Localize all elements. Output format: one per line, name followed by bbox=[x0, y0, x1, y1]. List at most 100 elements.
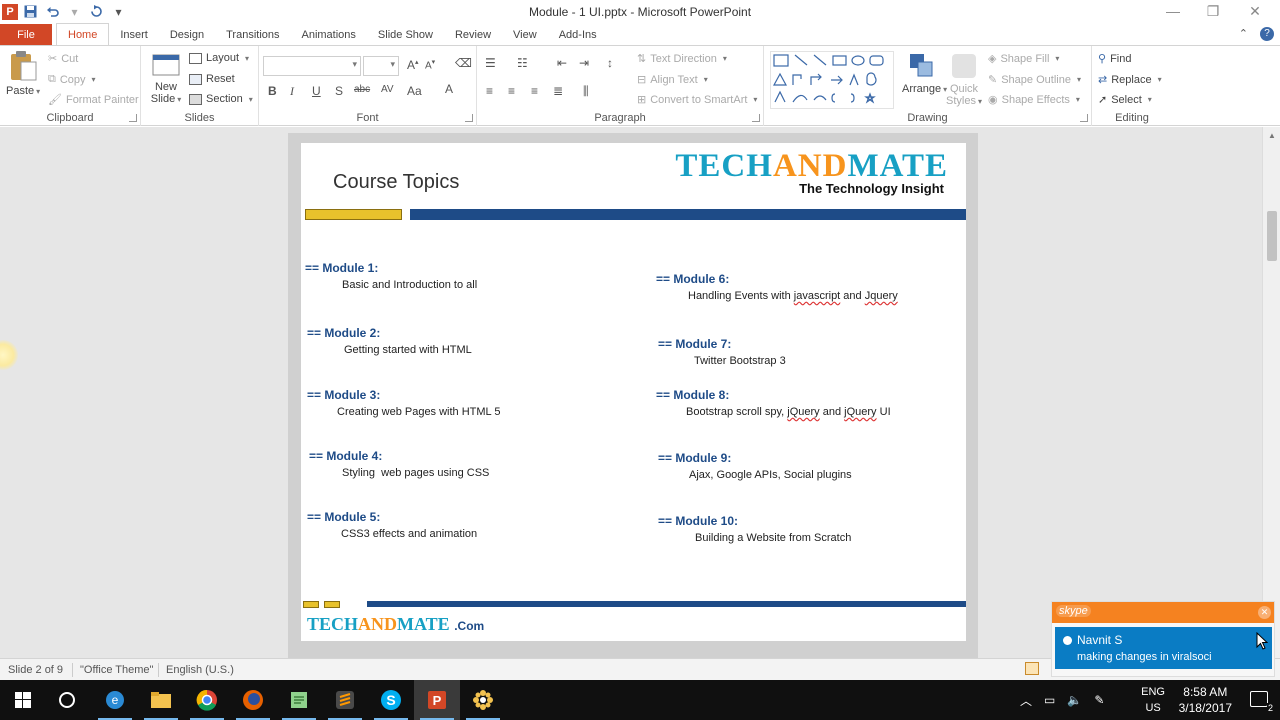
align-text-button[interactable]: ⊟ Align Text bbox=[637, 73, 708, 87]
grow-font-icon[interactable]: A▴ bbox=[407, 58, 419, 72]
module-item[interactable]: == Module 4: Styling web pages using CSS bbox=[309, 449, 489, 479]
shrink-font-icon[interactable]: A▾ bbox=[425, 58, 435, 71]
scroll-up-icon[interactable]: ▲ bbox=[1268, 131, 1276, 140]
skype-notification[interactable]: skype ✕ Navnit S making changes in viral… bbox=[1051, 601, 1275, 677]
paint-icon[interactable] bbox=[460, 680, 506, 720]
bold-icon[interactable]: B bbox=[268, 84, 277, 98]
slide-editor[interactable]: Course Topics TECHANDMATE The Technology… bbox=[0, 127, 1262, 658]
reset-button[interactable]: Reset bbox=[189, 73, 235, 85]
tab-add-ins[interactable]: Add-Ins bbox=[548, 24, 608, 45]
powerpoint-icon[interactable]: P bbox=[414, 680, 460, 720]
align-right-icon[interactable]: ≡ bbox=[531, 84, 538, 98]
module-item[interactable]: == Module 2: Getting started with HTML bbox=[307, 326, 472, 356]
close-icon[interactable]: ✕ bbox=[1258, 606, 1271, 619]
firefox-icon[interactable] bbox=[230, 680, 276, 720]
text-direction-button[interactable]: ⇅ Text Direction bbox=[637, 52, 727, 66]
vertical-scrollbar[interactable]: ▲ bbox=[1262, 127, 1280, 658]
show-hidden-icons-icon[interactable]: ︿ bbox=[1020, 692, 1032, 709]
font-name-combo[interactable] bbox=[263, 56, 361, 76]
convert-smartart-button[interactable]: ⊞ Convert to SmartArt bbox=[637, 93, 757, 107]
tab-home[interactable]: Home bbox=[56, 23, 110, 45]
module-item[interactable]: == Module 9: Ajax, Google APIs, Social p… bbox=[658, 451, 852, 481]
justify-icon[interactable]: ≣ bbox=[553, 84, 563, 98]
shapes-gallery[interactable] bbox=[770, 51, 894, 109]
notifications-icon[interactable]: 2 bbox=[1250, 691, 1274, 713]
character-spacing-icon[interactable]: AV bbox=[381, 84, 394, 95]
align-center-icon[interactable]: ≡ bbox=[508, 84, 515, 98]
numbering-icon[interactable]: ☷ bbox=[517, 56, 528, 70]
module-item[interactable]: == Module 8: Bootstrap scroll spy, jQuer… bbox=[656, 388, 891, 418]
close-icon[interactable]: ✕ bbox=[1240, 3, 1270, 20]
font-color-icon[interactable]: A bbox=[445, 82, 453, 96]
shadow-icon[interactable]: S bbox=[335, 84, 343, 98]
select-button[interactable]: ➚ Select bbox=[1098, 93, 1152, 107]
tab-review[interactable]: Review bbox=[444, 24, 502, 45]
section-button[interactable]: Section bbox=[189, 93, 253, 105]
help-icon[interactable]: ? bbox=[1260, 27, 1274, 41]
tab-transitions[interactable]: Transitions bbox=[215, 24, 290, 45]
arrange-button[interactable]: Arrange bbox=[902, 52, 942, 110]
tab-view[interactable]: View bbox=[502, 24, 548, 45]
replace-button[interactable]: ⇄ Replace bbox=[1098, 73, 1162, 87]
new-slide-button[interactable]: New Slide bbox=[149, 52, 183, 110]
network-icon[interactable]: ▭ bbox=[1044, 693, 1055, 707]
format-painter-button[interactable]: 🖌 Format Painter bbox=[48, 93, 139, 107]
decrease-indent-icon[interactable]: ⇤ bbox=[557, 56, 567, 70]
input-language[interactable]: ENG US bbox=[1141, 684, 1165, 716]
underline-icon[interactable]: U bbox=[312, 84, 321, 98]
align-left-icon[interactable]: ≡ bbox=[486, 84, 493, 98]
bullets-icon[interactable]: ☰ bbox=[485, 56, 496, 70]
restore-icon[interactable]: ❐ bbox=[1198, 3, 1228, 20]
columns-icon[interactable]: ⫼ bbox=[583, 84, 589, 99]
module-item[interactable]: == Module 5: CSS3 effects and animation bbox=[307, 510, 477, 540]
shape-effects-button[interactable]: ◉ Shape Effects bbox=[988, 93, 1080, 107]
normal-view-icon[interactable] bbox=[1025, 662, 1039, 678]
copy-button[interactable]: ⧉ Copy bbox=[48, 73, 96, 86]
collapse-ribbon-icon[interactable]: ⌃ bbox=[1239, 27, 1248, 41]
module-item[interactable]: == Module 10: Building a Website from Sc… bbox=[658, 514, 851, 544]
tab-insert[interactable]: Insert bbox=[109, 24, 159, 45]
italic-icon[interactable]: I bbox=[290, 84, 294, 99]
tab-animations[interactable]: Animations bbox=[291, 24, 367, 45]
drawing-launcher-icon[interactable] bbox=[1080, 114, 1088, 122]
shape-outline-button[interactable]: ✎ Shape Outline bbox=[988, 73, 1081, 87]
cut-button[interactable]: ✂ Cut bbox=[48, 52, 78, 66]
line-spacing-icon[interactable]: ↕ bbox=[607, 56, 613, 70]
paste-button[interactable]: Paste bbox=[6, 50, 40, 108]
cortana-icon[interactable] bbox=[44, 680, 90, 720]
find-button[interactable]: ⚲ Find bbox=[1098, 52, 1131, 66]
tab-slide-show[interactable]: Slide Show bbox=[367, 24, 444, 45]
font-launcher-icon[interactable] bbox=[465, 114, 473, 122]
language-indicator[interactable]: English (U.S.) bbox=[166, 664, 234, 676]
strikethrough-icon[interactable]: abc bbox=[354, 84, 370, 95]
tab-design[interactable]: Design bbox=[159, 24, 215, 45]
change-case-icon[interactable]: Aa bbox=[407, 84, 422, 98]
skype-message-card[interactable]: Navnit S making changes in viralsoci bbox=[1055, 627, 1272, 669]
pen-icon[interactable]: ✎ bbox=[1094, 693, 1104, 707]
module-item[interactable]: == Module 6: Handling Events with javasc… bbox=[656, 272, 898, 302]
slide-title[interactable]: Course Topics bbox=[333, 171, 459, 194]
module-item[interactable]: == Module 7: Twitter Bootstrap 3 bbox=[658, 337, 786, 367]
module-item[interactable]: == Module 1: Basic and Introduction to a… bbox=[305, 261, 477, 291]
shape-fill-button[interactable]: ◈ Shape Fill bbox=[988, 52, 1059, 66]
slide[interactable]: Course Topics TECHANDMATE The Technology… bbox=[301, 143, 966, 641]
file-explorer-icon[interactable] bbox=[138, 680, 184, 720]
increase-indent-icon[interactable]: ⇥ bbox=[579, 56, 589, 70]
chrome-icon[interactable] bbox=[184, 680, 230, 720]
start-icon[interactable] bbox=[0, 680, 46, 720]
minimize-icon[interactable]: — bbox=[1158, 3, 1188, 19]
volume-icon[interactable]: 🔈 bbox=[1067, 693, 1082, 707]
tab-file[interactable]: File bbox=[0, 24, 52, 45]
notepad-icon[interactable] bbox=[276, 680, 322, 720]
scrollbar-thumb[interactable] bbox=[1267, 211, 1277, 261]
layout-button[interactable]: Layout bbox=[189, 52, 249, 64]
sublime-icon[interactable] bbox=[322, 680, 368, 720]
clipboard-launcher-icon[interactable] bbox=[129, 114, 137, 122]
paragraph-launcher-icon[interactable] bbox=[752, 114, 760, 122]
skype-icon[interactable]: S bbox=[368, 680, 414, 720]
font-size-combo[interactable] bbox=[363, 56, 399, 76]
quick-styles-button[interactable]: Quick Styles bbox=[946, 52, 982, 110]
module-item[interactable]: == Module 3: Creating web Pages with HTM… bbox=[307, 388, 500, 418]
ie-icon[interactable]: e bbox=[92, 680, 138, 720]
clear-formatting-icon[interactable]: ⌫ bbox=[455, 56, 472, 70]
